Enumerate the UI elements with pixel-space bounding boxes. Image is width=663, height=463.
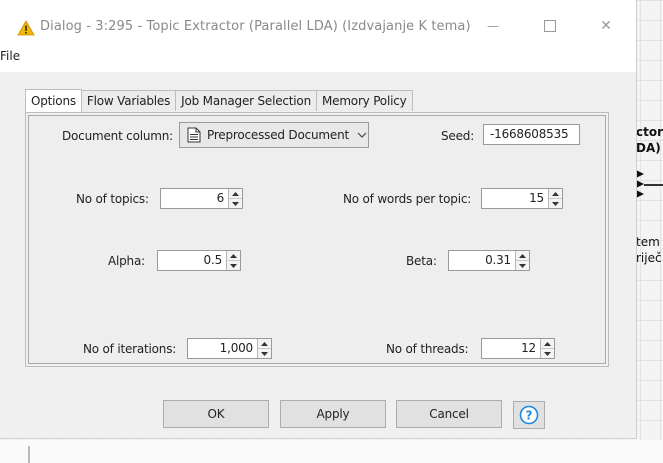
background-port-arrow	[636, 170, 644, 178]
threads-spinner[interactable]: 12	[481, 338, 555, 359]
spinner-buttons	[226, 251, 240, 270]
menu-file[interactable]: File	[0, 47, 20, 65]
beta-value: 0.31	[485, 253, 511, 267]
tab-strip: Options Flow Variables Job Manager Selec…	[25, 89, 413, 112]
iterations-spinner[interactable]: 1,000	[187, 338, 272, 359]
help-icon: ?	[519, 405, 539, 425]
ok-button[interactable]: OK	[163, 400, 269, 428]
tab-flow-variables[interactable]: Flow Variables	[80, 90, 177, 111]
tab-memory-policy[interactable]: Memory Policy	[315, 90, 413, 111]
spinner-up-arrow-icon[interactable]	[258, 339, 271, 349]
document-column-value: Preprocessed Document	[207, 128, 349, 142]
words-per-topic-spinner[interactable]: 15	[481, 188, 563, 209]
background-port-arrow	[636, 180, 644, 188]
background-port-arrow	[636, 190, 644, 198]
warning-icon	[17, 20, 35, 36]
title-bar[interactable]: Dialog - 3:295 - Topic Extractor (Parall…	[0, 0, 636, 44]
document-icon	[187, 127, 201, 143]
topics-value: 6	[216, 191, 225, 205]
background-node-label: tem riječ	[636, 235, 662, 265]
close-icon: ✕	[600, 18, 612, 34]
menu-bar: File	[0, 44, 636, 72]
background-canvas-strip	[0, 440, 663, 463]
spinner-down-arrow-icon[interactable]	[258, 349, 271, 358]
cancel-button[interactable]: Cancel	[396, 400, 502, 428]
dialog-window: Dialog - 3:295 - Topic Extractor (Parall…	[0, 0, 637, 439]
options-group-box	[28, 115, 606, 364]
spinner-up-arrow-icon[interactable]	[541, 339, 554, 349]
close-button[interactable]: ✕	[590, 12, 622, 40]
maximize-button[interactable]	[534, 12, 566, 40]
spinner-up-arrow-icon[interactable]	[227, 251, 240, 261]
spinner-down-arrow-icon[interactable]	[549, 199, 562, 208]
tab-options[interactable]: Options	[25, 89, 82, 112]
spinner-buttons	[515, 251, 529, 270]
spinner-buttons	[548, 189, 562, 208]
help-button[interactable]: ?	[513, 401, 545, 429]
seed-input[interactable]: -1668608535	[483, 124, 580, 145]
threads-label: No of threads:	[386, 342, 469, 356]
alpha-value: 0.5	[203, 253, 223, 267]
window-title: Dialog - 3:295 - Topic Extractor (Parall…	[40, 19, 471, 34]
background-tick	[28, 446, 30, 463]
spinner-buttons	[257, 339, 271, 358]
iterations-label: No of iterations:	[83, 342, 177, 356]
beta-spinner[interactable]: 0.31	[448, 250, 530, 271]
background-connection-line	[644, 184, 663, 186]
topics-label: No of topics:	[76, 192, 149, 206]
help-glyph: ?	[526, 409, 533, 423]
spinner-down-arrow-icon[interactable]	[516, 261, 529, 270]
alpha-spinner[interactable]: 0.5	[157, 250, 241, 271]
spinner-up-arrow-icon[interactable]	[229, 189, 242, 199]
topics-spinner[interactable]: 6	[160, 188, 243, 209]
tab-job-manager-selection[interactable]: Job Manager Selection	[175, 90, 317, 111]
beta-label: Beta:	[406, 254, 437, 268]
words-per-topic-value: 15	[529, 191, 544, 205]
spinner-down-arrow-icon[interactable]	[227, 261, 240, 270]
apply-button[interactable]: Apply	[280, 400, 386, 428]
spinner-buttons	[540, 339, 554, 358]
words-per-topic-label: No of words per topic:	[343, 192, 472, 206]
maximize-icon	[544, 20, 556, 32]
spinner-up-arrow-icon[interactable]	[549, 189, 562, 199]
document-column-select[interactable]: Preprocessed Document	[179, 122, 369, 148]
minimize-button[interactable]: —	[477, 12, 509, 40]
spinner-down-arrow-icon[interactable]	[541, 349, 554, 358]
minimize-icon: —	[487, 19, 499, 33]
options-panel	[25, 112, 609, 367]
spinner-up-arrow-icon[interactable]	[516, 251, 529, 261]
spinner-buttons	[228, 189, 242, 208]
document-column-label: Document column:	[62, 129, 173, 143]
chevron-down-icon	[357, 132, 367, 138]
seed-label: Seed:	[441, 129, 475, 143]
threads-value: 12	[521, 341, 536, 355]
spinner-down-arrow-icon[interactable]	[229, 199, 242, 208]
alpha-label: Alpha:	[108, 254, 145, 268]
background-node-ports	[636, 168, 644, 200]
iterations-value: 1,000	[219, 341, 254, 355]
background-node-name: ctor DA)	[636, 125, 663, 155]
